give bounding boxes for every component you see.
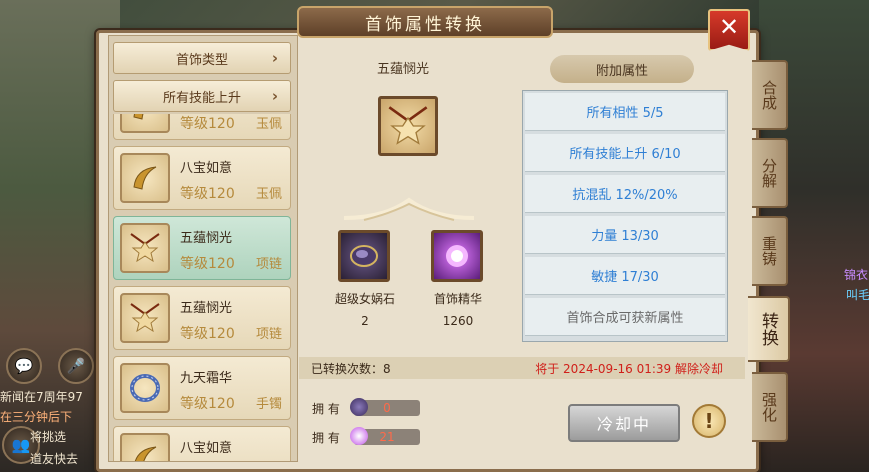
info-button[interactable]: ! bbox=[692, 404, 726, 438]
attribute-note: 首饰合成可获新属性 bbox=[525, 298, 725, 336]
cooldown-text: 将于 2024-09-16 01:39 解除冷却 bbox=[535, 361, 723, 376]
item-type: 手镯 bbox=[256, 397, 283, 412]
tab-convert[interactable]: 转换 bbox=[748, 296, 790, 362]
item-name: 五蕴悯光 bbox=[180, 231, 233, 246]
stone-icon bbox=[350, 398, 368, 416]
item-level: 等级120 bbox=[180, 256, 235, 272]
item-type: 玉佩 bbox=[256, 117, 283, 132]
attribute-row: 抗混乱 12%/20% bbox=[525, 175, 725, 213]
tab-decompose[interactable]: 分解 bbox=[752, 138, 788, 208]
window-title: 首饰属性转换 bbox=[365, 14, 485, 35]
item-level: 等级120 bbox=[180, 116, 235, 132]
tab-recast[interactable]: 重铸 bbox=[752, 216, 788, 286]
material-count: 1260 bbox=[442, 314, 474, 328]
tab-label: 强化 bbox=[760, 392, 778, 422]
item-type: 玉佩 bbox=[256, 187, 283, 202]
tab-label: 重铸 bbox=[760, 236, 778, 266]
jewelry-type-filter[interactable]: 首饰类型 › bbox=[113, 42, 291, 74]
item-name: 五蕴悯光 bbox=[180, 301, 233, 316]
item-type: 项链 bbox=[256, 257, 283, 272]
item-name: 八宝如意 bbox=[180, 441, 233, 456]
stone-icon bbox=[350, 245, 378, 267]
item-level: 等级120 bbox=[180, 186, 235, 202]
jewelry-type-label: 首饰类型 bbox=[175, 52, 228, 68]
player-name: 锦衣 bbox=[844, 268, 869, 282]
item-type: 项链 bbox=[256, 327, 283, 342]
material-slot-essence[interactable] bbox=[431, 230, 483, 282]
chat-line: 道友快去 bbox=[30, 452, 79, 466]
item-name: 八宝如意 bbox=[180, 161, 233, 176]
list-item[interactable]: 八宝如意 等级120 玉佩 bbox=[113, 146, 291, 210]
material-count: 2 bbox=[361, 314, 369, 328]
item-name: 九天霜华 bbox=[180, 371, 233, 386]
chevron-right-icon: › bbox=[271, 87, 278, 105]
essence-icon bbox=[446, 245, 468, 267]
tab-label: 合成 bbox=[760, 80, 778, 110]
list-item[interactable]: 五蕴悯光 等级120 项链 bbox=[113, 286, 291, 350]
selected-item-name: 五蕴悯光 bbox=[376, 62, 429, 77]
chat-line: 新闻在7周年97 bbox=[0, 390, 83, 404]
skill-filter-label: 所有技能上升 bbox=[162, 90, 241, 106]
chat-icon[interactable]: 💬 bbox=[6, 348, 42, 384]
item-level: 等级120 bbox=[180, 396, 235, 412]
list-item[interactable]: 八宝如意 bbox=[113, 426, 291, 461]
attributes-header: 附加属性 bbox=[550, 55, 694, 83]
chat-line: 将挑选 bbox=[30, 430, 67, 444]
attribute-row: 力量 13/30 bbox=[525, 216, 725, 254]
tab-label: 转换 bbox=[758, 312, 778, 346]
skill-filter[interactable]: 所有技能上升 › bbox=[113, 80, 291, 112]
pendant-icon bbox=[120, 223, 170, 273]
material-name: 超级女娲石 bbox=[334, 292, 395, 306]
attribute-row: 所有相性 5/5 bbox=[525, 93, 725, 131]
item-list-panel: 首饰类型 › 所有技能上升 › 等级120 玉佩 八宝如意 等级120 玉佩 五… bbox=[108, 35, 298, 462]
owned-label: 拥 有 bbox=[312, 401, 340, 416]
attributes-list: 所有相性 5/5 所有技能上升 6/10 抗混乱 12%/20% 力量 13/3… bbox=[522, 90, 728, 342]
crescent-icon bbox=[120, 153, 170, 203]
chevron-right-icon: › bbox=[271, 49, 278, 67]
attribute-row: 所有技能上升 6/10 bbox=[525, 134, 725, 172]
status-bar: 已转换次数：8 将于 2024-09-16 01:39 解除冷却 bbox=[299, 357, 745, 379]
pendant-icon bbox=[120, 293, 170, 343]
tab-label: 分解 bbox=[760, 158, 778, 188]
player-name: 叫毛 bbox=[846, 288, 869, 302]
list-item-selected[interactable]: 五蕴悯光 等级120 项链 bbox=[113, 216, 291, 280]
conversion-count: 已转换次数：8 bbox=[311, 361, 391, 376]
selected-item-slot[interactable] bbox=[378, 96, 438, 156]
decorative-swirl bbox=[344, 197, 474, 221]
close-button[interactable]: ✕ bbox=[708, 9, 750, 51]
owned-label: 拥 有 bbox=[312, 430, 340, 445]
tab-enhance[interactable]: 强化 bbox=[752, 372, 788, 442]
bracelet-icon bbox=[120, 363, 170, 413]
item-level: 等级120 bbox=[180, 326, 235, 342]
crescent-icon bbox=[120, 114, 170, 133]
crescent-icon bbox=[120, 433, 170, 461]
list-item[interactable]: 等级120 玉佩 bbox=[113, 114, 291, 140]
window-title-bar: 首饰属性转换 bbox=[297, 6, 553, 38]
item-list[interactable]: 等级120 玉佩 八宝如意 等级120 玉佩 五蕴悯光 等级120 项链 五蕴悯… bbox=[109, 114, 297, 461]
cooldown-button[interactable]: 冷却中 bbox=[568, 404, 680, 442]
pendant-icon bbox=[388, 106, 428, 145]
mic-icon[interactable]: 🎤 bbox=[58, 348, 94, 384]
close-icon: ✕ bbox=[718, 13, 740, 41]
tab-synthesize[interactable]: 合成 bbox=[752, 60, 788, 130]
conversion-preview: 五蕴悯光 超级女娲石 2 首饰精华 1260 bbox=[298, 44, 508, 344]
list-item[interactable]: 九天霜华 等级120 手镯 bbox=[113, 356, 291, 420]
material-name: 首饰精华 bbox=[433, 292, 482, 306]
chat-line: 在三分钟后下 bbox=[0, 410, 73, 424]
material-slot-stone[interactable] bbox=[338, 230, 390, 282]
essence-icon bbox=[350, 427, 368, 445]
attribute-row: 敏捷 17/30 bbox=[525, 257, 725, 295]
